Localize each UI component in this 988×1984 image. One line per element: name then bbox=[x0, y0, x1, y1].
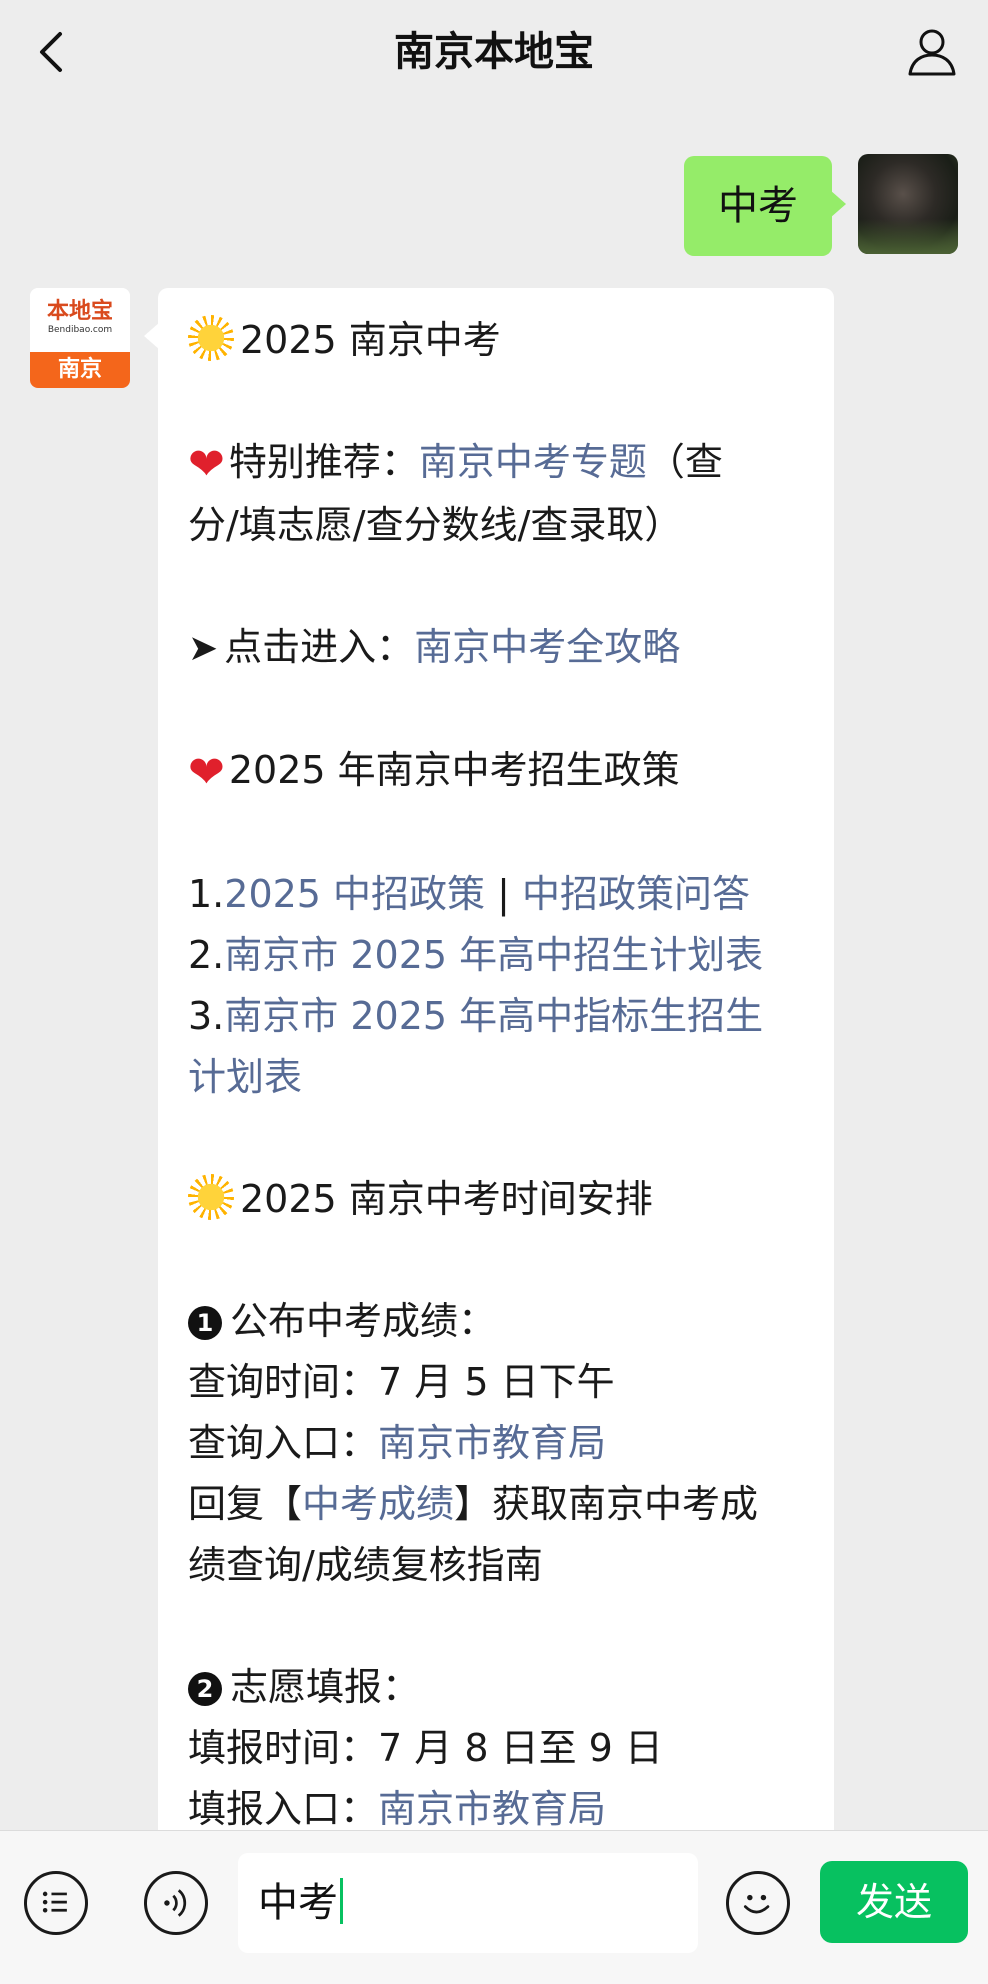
number-2-icon: 2 bbox=[188, 1672, 222, 1706]
item1-link-a[interactable]: 2025 中招政策 bbox=[224, 872, 485, 916]
item2-prefix: 2. bbox=[188, 933, 225, 977]
step2-entry-link[interactable]: 南京市教育局 bbox=[378, 1787, 606, 1830]
step1-reply-link[interactable]: 中考成绩 bbox=[302, 1482, 454, 1526]
avatar-city: 南京 bbox=[30, 352, 130, 388]
policy-title: 2025 年南京中考招生政策 bbox=[228, 748, 680, 792]
profile-icon[interactable] bbox=[902, 22, 962, 82]
menu-list-icon[interactable] bbox=[24, 1871, 88, 1935]
bot-message-body: 2025 南京中考 ❤ 特别推荐：南京中考专题（查 分/填志愿/查分数线/查录取）… bbox=[188, 310, 812, 1830]
avatar-brand-en: Bendibao.com bbox=[47, 325, 113, 335]
bot-message-bubble: 2025 南京中考 ❤ 特别推荐：南京中考专题（查 分/填志愿/查分数线/查录取）… bbox=[144, 288, 834, 1830]
avatar-brand: 本地宝 bbox=[46, 298, 113, 324]
voice-icon[interactable] bbox=[144, 1871, 208, 1935]
rec-suffix-1: （查 bbox=[646, 440, 723, 484]
step2-title: 志愿填报： bbox=[230, 1665, 421, 1709]
input-bar: 中考 发送 bbox=[0, 1830, 988, 1984]
item3-prefix: 3. bbox=[188, 994, 225, 1038]
item3-link-cont[interactable]: 计划表 bbox=[188, 1055, 302, 1099]
item1-link-b[interactable]: 中招政策问答 bbox=[522, 872, 750, 916]
step1-entry-link[interactable]: 南京市教育局 bbox=[378, 1421, 606, 1465]
bot-avatar[interactable]: 本地宝 Bendibao.com 南京 bbox=[30, 288, 130, 388]
step1-time: 查询时间：7 月 5 日下午 bbox=[188, 1360, 615, 1404]
schedule-title: 2025 南京中考时间安排 bbox=[240, 1177, 653, 1221]
enter-label: 点击进入： bbox=[224, 625, 415, 669]
message-input-value: 中考 bbox=[258, 1880, 338, 1926]
send-button[interactable]: 发送 bbox=[820, 1861, 968, 1943]
step1-title: 公布中考成绩： bbox=[230, 1299, 497, 1343]
heart-icon: ❤ bbox=[188, 439, 225, 490]
step1-reply-c: 绩查询/成绩复核指南 bbox=[188, 1543, 543, 1587]
item1-prefix: 1. bbox=[188, 872, 225, 916]
rec-link[interactable]: 南京中考专题 bbox=[419, 440, 647, 484]
step1-reply-b: 】获取南京中考成 bbox=[454, 1482, 759, 1526]
item2-link[interactable]: 南京市 2025 年高中招生计划表 bbox=[224, 933, 763, 977]
emoji-icon[interactable] bbox=[726, 1871, 790, 1935]
msg-headline: 2025 南京中考 bbox=[240, 318, 501, 362]
step2-time: 填报时间：7 月 8 日至 9 日 bbox=[188, 1726, 663, 1770]
rec-suffix-2: 分/填志愿/查分数线/查录取） bbox=[188, 503, 683, 547]
chat-title: 南京本地宝 bbox=[394, 29, 594, 75]
chat-area[interactable]: 中考 本地宝 Bendibao.com 南京 2025 南京中考 ❤ 特别推荐：南… bbox=[0, 104, 988, 1830]
user-message-text: 中考 bbox=[718, 183, 798, 229]
message-input[interactable]: 中考 bbox=[238, 1853, 698, 1953]
text-caret bbox=[340, 1878, 343, 1924]
arrow-icon: ➤ bbox=[188, 628, 219, 669]
step1-entry-label: 查询入口： bbox=[188, 1421, 379, 1465]
step2-entry-label: 填报入口： bbox=[188, 1787, 379, 1830]
heart-icon: ❤ bbox=[188, 747, 225, 798]
user-message-bubble[interactable]: 中考 bbox=[684, 156, 846, 256]
number-1-icon: 1 bbox=[188, 1306, 222, 1340]
rec-label: 特别推荐： bbox=[228, 440, 419, 484]
chat-header: 南京本地宝 bbox=[0, 0, 988, 104]
user-avatar[interactable] bbox=[858, 154, 958, 254]
item1-sep: | bbox=[485, 872, 523, 916]
sun-icon bbox=[188, 315, 234, 361]
sun-icon bbox=[188, 1174, 234, 1220]
enter-link[interactable]: 南京中考全攻略 bbox=[414, 625, 680, 669]
item3-link[interactable]: 南京市 2025 年高中指标生招生 bbox=[224, 994, 763, 1038]
step1-reply-a: 回复【 bbox=[188, 1482, 303, 1526]
